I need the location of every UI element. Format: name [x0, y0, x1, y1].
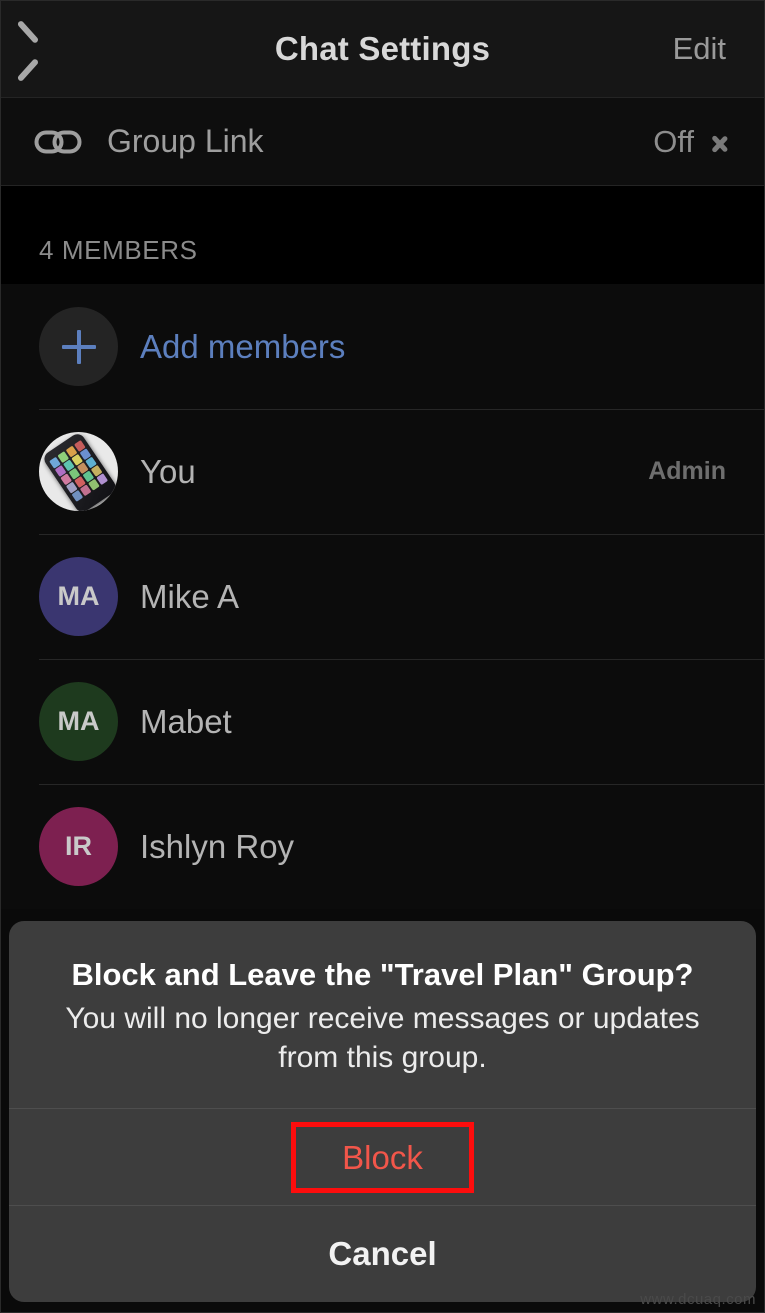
- avatar: IR: [39, 807, 118, 886]
- member-name: You: [140, 452, 196, 490]
- avatar: MA: [39, 557, 118, 636]
- action-sheet-title: Block and Leave the "Travel Plan" Group?: [71, 956, 694, 992]
- members-section-gap: 4 MEMBERS: [1, 186, 764, 284]
- plus-icon: [39, 307, 118, 386]
- block-button-label: Block: [291, 1121, 474, 1193]
- action-sheet-header: Block and Leave the "Travel Plan" Group?…: [9, 921, 756, 1108]
- cancel-button[interactable]: Cancel: [9, 1206, 756, 1302]
- chevron-right-icon: [712, 128, 728, 156]
- member-name: Mabet: [140, 702, 232, 740]
- link-icon: [31, 115, 85, 169]
- table-row[interactable]: You Admin: [1, 409, 764, 534]
- watermark: www.dcuaq.com: [640, 1291, 756, 1308]
- avatar: [39, 432, 118, 511]
- group-link-row[interactable]: Group Link Off: [1, 98, 764, 186]
- action-sheet-dialog: Block and Leave the "Travel Plan" Group?…: [9, 920, 756, 1302]
- members-section-header: 4 MEMBERS: [39, 235, 198, 265]
- table-row[interactable]: MA Mabet: [1, 659, 764, 784]
- page-title: Chat Settings: [274, 30, 491, 67]
- phone-screen: Chat Settings Edit Group Link Off 4 MEMB…: [0, 0, 765, 1313]
- table-row[interactable]: IR Ishlyn Roy: [1, 784, 764, 909]
- add-members-label: Add members: [140, 327, 346, 365]
- members-list: Add members You Admin MA Mike A MA Mabet…: [1, 284, 764, 909]
- table-row[interactable]: MA Mike A: [1, 534, 764, 659]
- add-members-row[interactable]: Add members: [1, 284, 764, 409]
- block-button[interactable]: Block: [9, 1109, 756, 1205]
- member-name: Ishlyn Roy: [140, 827, 295, 865]
- member-role-badge: Admin: [648, 457, 726, 485]
- avatar-initials: MA: [57, 581, 100, 611]
- avatar-initials: IR: [65, 831, 92, 861]
- group-link-label: Group Link: [107, 123, 264, 159]
- avatar-initials: MA: [57, 706, 100, 736]
- action-sheet-message: You will no longer receive messages or u…: [65, 1001, 700, 1075]
- avatar: MA: [39, 682, 118, 761]
- group-link-value: Off: [653, 123, 694, 159]
- navigation-bar: Chat Settings Edit: [1, 1, 764, 98]
- member-name: Mike A: [140, 577, 240, 615]
- edit-button[interactable]: Edit: [673, 31, 726, 67]
